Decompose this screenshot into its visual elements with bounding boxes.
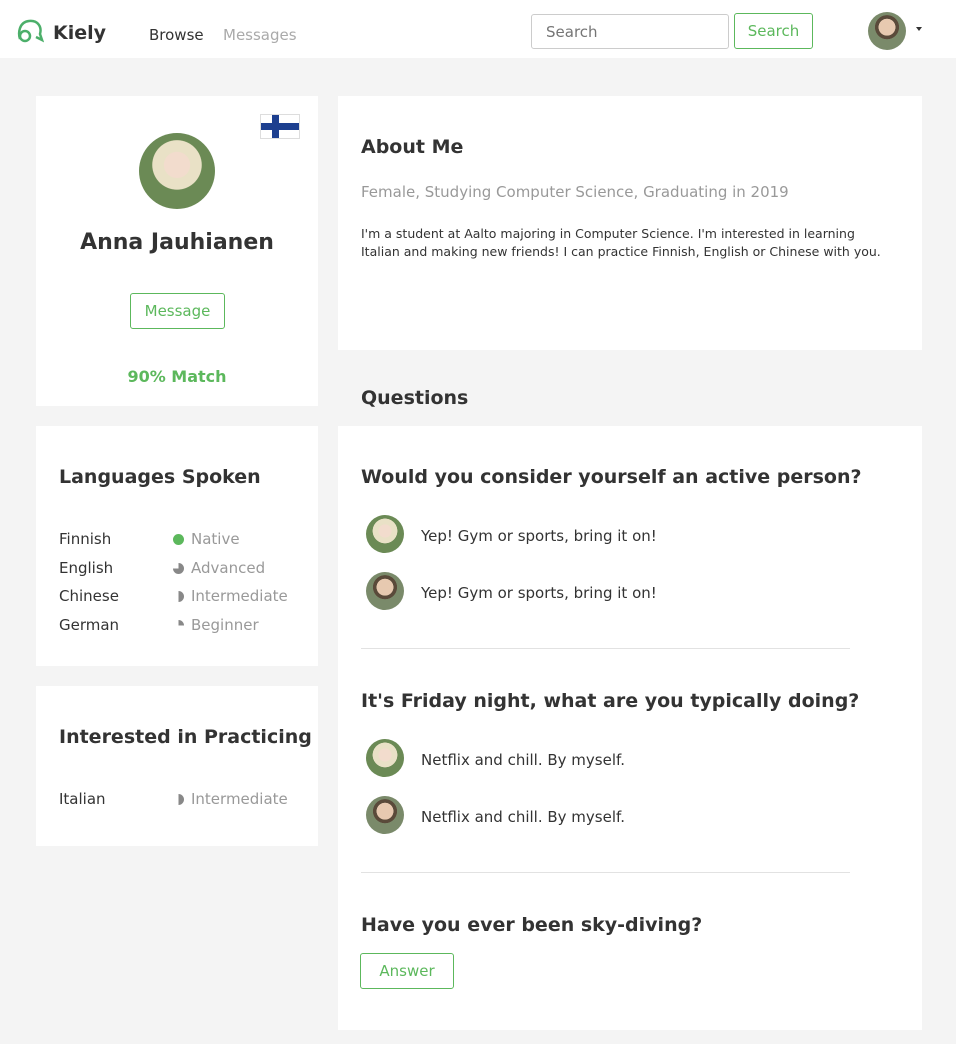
about-card: About Me Female, Studying Computer Scien… [338,96,922,350]
language-level: Intermediate [173,790,288,808]
match-percent: 90% Match [127,367,227,386]
languages-title: Languages Spoken [59,466,261,488]
nav-messages[interactable]: Messages [223,26,297,44]
language-name: Italian [59,790,106,808]
answer-text: Yep! Gym or sports, bring it on! [421,584,657,602]
language-level: Beginner [173,615,259,634]
kiely-logo-icon [17,19,44,43]
profile-card: Anna Jauhianen Message 90% Match [36,96,318,406]
answer-text: Netflix and chill. By myself. [421,751,625,769]
message-button[interactable]: Message [130,293,225,329]
caret-down-icon[interactable] [916,27,922,34]
practicing-title: Interested in Practicing [59,726,312,748]
search-input[interactable] [531,14,729,49]
brand-name[interactable]: Kiely [53,22,106,44]
question-text: It's Friday night, what are you typicall… [361,690,860,712]
language-name: Chinese [59,587,119,605]
user-avatar[interactable] [868,12,906,50]
language-name: English [59,558,114,577]
answer-avatar [366,572,404,610]
answer-text: Yep! Gym or sports, bring it on! [421,527,657,545]
level-pie-icon [173,619,184,631]
divider [361,648,850,649]
profile-avatar [139,133,215,209]
about-title: About Me [361,136,464,158]
answer-text: Netflix and chill. By myself. [421,808,625,826]
language-name: Finnish [59,530,112,548]
language-level-label: Intermediate [191,790,288,808]
language-level: Native [173,530,240,548]
question-text: Would you consider yourself an active pe… [361,466,862,488]
top-nav: Kiely Browse Messages Search [0,0,956,58]
question-text: Have you ever been sky-diving? [361,914,703,936]
finland-flag-icon [260,114,300,139]
language-level: Advanced [173,558,266,577]
level-pie-icon [173,534,184,545]
profile-name: Anna Jauhianen [80,230,274,255]
divider [361,872,850,873]
languages-card: Languages Spoken Finnish Native English Adv… [36,426,318,666]
language-level-label: Beginner [191,615,259,634]
level-pie-icon [173,794,184,805]
level-pie-icon [173,591,184,602]
language-level-label: Native [191,530,240,548]
language-level-label: Intermediate [191,587,288,605]
about-subtitle: Female, Studying Computer Science, Gradu… [361,183,789,201]
level-pie-icon [173,562,184,574]
language-level-label: Advanced [191,558,266,577]
answer-avatar [366,515,404,553]
about-body: I'm a student at Aalto majoring in Compu… [361,226,881,259]
language-name: German [59,615,120,634]
search-button[interactable]: Search [734,13,813,49]
answer-avatar [366,796,404,834]
practicing-card: Interested in Practicing Italian Intermed… [36,686,318,846]
questions-title: Questions [361,387,469,409]
answer-button[interactable]: Answer [360,953,454,989]
answer-avatar [366,739,404,777]
questions-card: Would you consider yourself an active pe… [338,426,922,1030]
language-level: Intermediate [173,587,288,605]
nav-browse[interactable]: Browse [149,26,204,44]
